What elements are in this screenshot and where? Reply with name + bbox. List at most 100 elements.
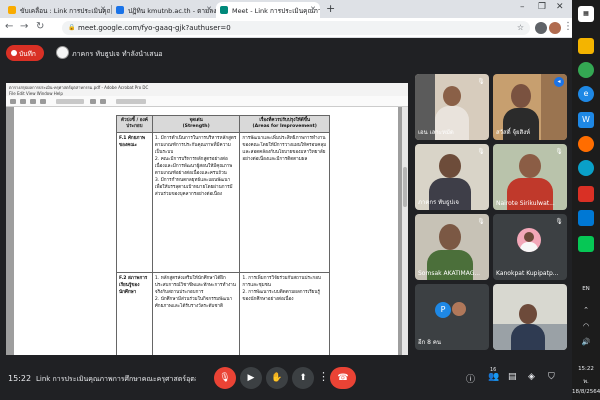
participant-tile[interactable]: 🎙 Kanokpat Kupipatp...: [493, 214, 567, 280]
present-screen-button[interactable]: ⬆: [292, 367, 314, 389]
participant-name: Somsak AKATIMAG...: [418, 270, 481, 277]
more-participants-tile[interactable]: P อีก 8 คน: [415, 284, 489, 350]
mic-off-icon: 🎙: [555, 148, 563, 155]
header-improvement: เรื่องที่ควรปรับปรุงให้ดีขึ้น (Areas for …: [239, 115, 330, 133]
window-close-icon[interactable]: ✕: [556, 2, 564, 12]
speaking-indicator-icon: ◂: [554, 77, 564, 87]
tab-label: Meet - Link การประเมินคุณภาพการ: [232, 7, 320, 15]
participant-tile[interactable]: ◂ สวัสดิ์ จุ้ยสิงห์: [493, 74, 567, 140]
shared-screen: ตารางสรุปผลการประเมิน-ครุศาสตร์อุตสาหกรร…: [6, 83, 408, 383]
mic-toggle-button[interactable]: 🎙: [214, 367, 236, 389]
participant-body: [511, 324, 545, 350]
reader-title-bar: ตารางสรุปผลการประเมิน-ครุศาสตร์อุตสาหกรร…: [6, 83, 408, 90]
bookmark-star-icon[interactable]: ☆: [517, 23, 524, 32]
edge-icon[interactable]: [578, 160, 594, 176]
page-field: [56, 99, 84, 104]
maximize-icon[interactable]: ❐: [538, 2, 546, 12]
participant-name: Kanokpat Kupipatp...: [496, 270, 559, 277]
ie-icon[interactable]: e: [578, 86, 594, 102]
language-indicator: EN: [582, 286, 590, 292]
participant-tile[interactable]: 🎙 เอน เลาะหมัด: [415, 74, 489, 140]
presenter-name: ภาคกร ทับธูปเจ ทำลังนำเสนอ: [72, 50, 163, 58]
tab-calendar[interactable]: ปฏิทิน kmutnb.ac.th - ตามลงข้อมูลแ ✕: [112, 2, 216, 18]
forward-icon[interactable]: →: [20, 21, 28, 32]
leave-call-button[interactable]: ☎: [330, 367, 356, 389]
presenter-avatar: [56, 46, 69, 59]
more-participants-label: อีก 8 คน: [418, 339, 441, 346]
header-strength: จุดเด่น (Strength): [151, 115, 241, 133]
close-icon[interactable]: ✕: [310, 5, 316, 13]
tool-icon: [100, 99, 106, 104]
tool-icon: [10, 99, 16, 104]
back-icon[interactable]: ←: [5, 21, 13, 32]
row-code: F.1 ศักยภาพของคณะ: [116, 132, 153, 273]
more-options-icon[interactable]: ⋮: [318, 370, 329, 383]
meet-area: บันทึก ภาคกร ทับธูปเจ ทำลังนำเสนอ ตารางส…: [0, 38, 572, 400]
participant-name: Nairote Sirikulwat...: [496, 200, 555, 207]
browser-toolbar: ← → ↻ 🔒 meet.google.com/fyo-gaaq-gjk?aut…: [0, 18, 573, 38]
self-view-tile[interactable]: [493, 284, 567, 350]
participant-face: [519, 154, 541, 178]
participant-tile[interactable]: 🎙 ภาคกร ทับธูปเจ: [415, 144, 489, 210]
profile-avatar[interactable]: [549, 22, 561, 34]
start-icon[interactable]: ▦: [578, 6, 594, 22]
host-controls-icon[interactable]: ⛉: [548, 372, 555, 382]
file-explorer-icon[interactable]: [578, 38, 594, 54]
participant-face: [439, 224, 461, 250]
reader-scrollbar[interactable]: [402, 107, 408, 383]
activities-icon[interactable]: ◈: [528, 372, 535, 382]
acrobat-icon[interactable]: [578, 186, 594, 202]
tab-label: ขับเคลื่อน : Link การประเมินคุณภาพ: [20, 7, 110, 15]
row-strength: 1. มีการดำเนินการในการบริหารหลักสูตรตามเ…: [151, 132, 241, 273]
record-button[interactable]: บันทึก: [6, 45, 44, 61]
url-text: meet.google.com/fyo-gaaq-gjk?authuser=0: [78, 24, 231, 32]
zoom-field: [116, 99, 146, 104]
address-bar[interactable]: 🔒 meet.google.com/fyo-gaaq-gjk?authuser=…: [62, 21, 530, 35]
participant-face: [439, 154, 461, 178]
people-icon[interactable]: 👥: [488, 372, 499, 382]
participant-name: สวัสดิ์ จุ้ยสิงห์: [496, 129, 531, 136]
participant-avatar: [517, 228, 541, 252]
new-tab-icon[interactable]: +: [326, 2, 335, 15]
tool-icon: [90, 99, 96, 104]
teams-icon[interactable]: [578, 210, 594, 226]
participant-thumbnail: [451, 301, 467, 317]
meet-icon: [220, 6, 228, 14]
wifi-icon[interactable]: ◠: [572, 322, 600, 330]
evaluation-table: ตัวบ่งชี้ / องค์ประกอบ จุดเด่น (Strength)…: [116, 115, 330, 373]
meeting-info-icon[interactable]: ⓘ: [466, 372, 475, 385]
presenter-status: ภาคกร ทับธูปเจ ทำลังนำเสนอ: [56, 46, 266, 60]
tab-drive[interactable]: ขับเคลื่อน : Link การประเมินคุณภาพ ✕: [4, 2, 110, 18]
word-icon[interactable]: W: [578, 112, 594, 128]
tab-meet[interactable]: Meet - Link การประเมินคุณภาพการ ✕: [216, 2, 320, 18]
meeting-clock: 15:22: [8, 374, 32, 383]
record-label: บันทึก: [19, 50, 36, 58]
tool-icon: [30, 99, 36, 104]
participant-face: [443, 86, 461, 106]
close-icon[interactable]: ✕: [100, 5, 106, 13]
reader-page-area: ตัวบ่งชี้ / องค์ประกอบ จุดเด่น (Strength)…: [6, 107, 408, 383]
document-page: ตัวบ่งชี้ / องค์ประกอบ จุดเด่น (Strength)…: [14, 107, 398, 383]
participant-tile[interactable]: 🎙 Nairote Sirikulwat...: [493, 144, 567, 210]
chat-icon[interactable]: ▤: [508, 372, 517, 382]
participant-tile[interactable]: 🎙 Somsak AKATIMAG...: [415, 214, 489, 280]
mic-off-icon: 🎙: [477, 218, 485, 225]
reload-icon[interactable]: ↻: [36, 21, 44, 32]
meet-topbar: บันทึก ภาคกร ทับธูปเจ ทำลังนำเสนอ: [0, 38, 572, 68]
raise-hand-button[interactable]: ✋: [266, 367, 288, 389]
tool-icon: [40, 99, 46, 104]
firefox-icon[interactable]: [578, 136, 594, 152]
extension-icon[interactable]: [535, 22, 547, 34]
system-time: 15:22: [578, 366, 594, 372]
participant-name: ภาคกร ทับธูปเจ: [418, 199, 459, 206]
drive-icon: [8, 6, 16, 14]
camera-toggle-button[interactable]: ▶: [240, 367, 262, 389]
close-icon[interactable]: ✕: [206, 5, 212, 13]
windows-taskbar: ▦ e W EN ⌃ ◠ 🔊 15:22 พ. 18/8/2564: [572, 0, 600, 400]
line-icon[interactable]: [578, 236, 594, 252]
network-icon[interactable]: ⌃: [572, 306, 600, 314]
chrome-icon[interactable]: [578, 62, 594, 78]
volume-icon[interactable]: 🔊: [572, 338, 600, 346]
minimize-icon[interactable]: –: [520, 2, 525, 12]
scroll-thumb[interactable]: [403, 167, 407, 207]
